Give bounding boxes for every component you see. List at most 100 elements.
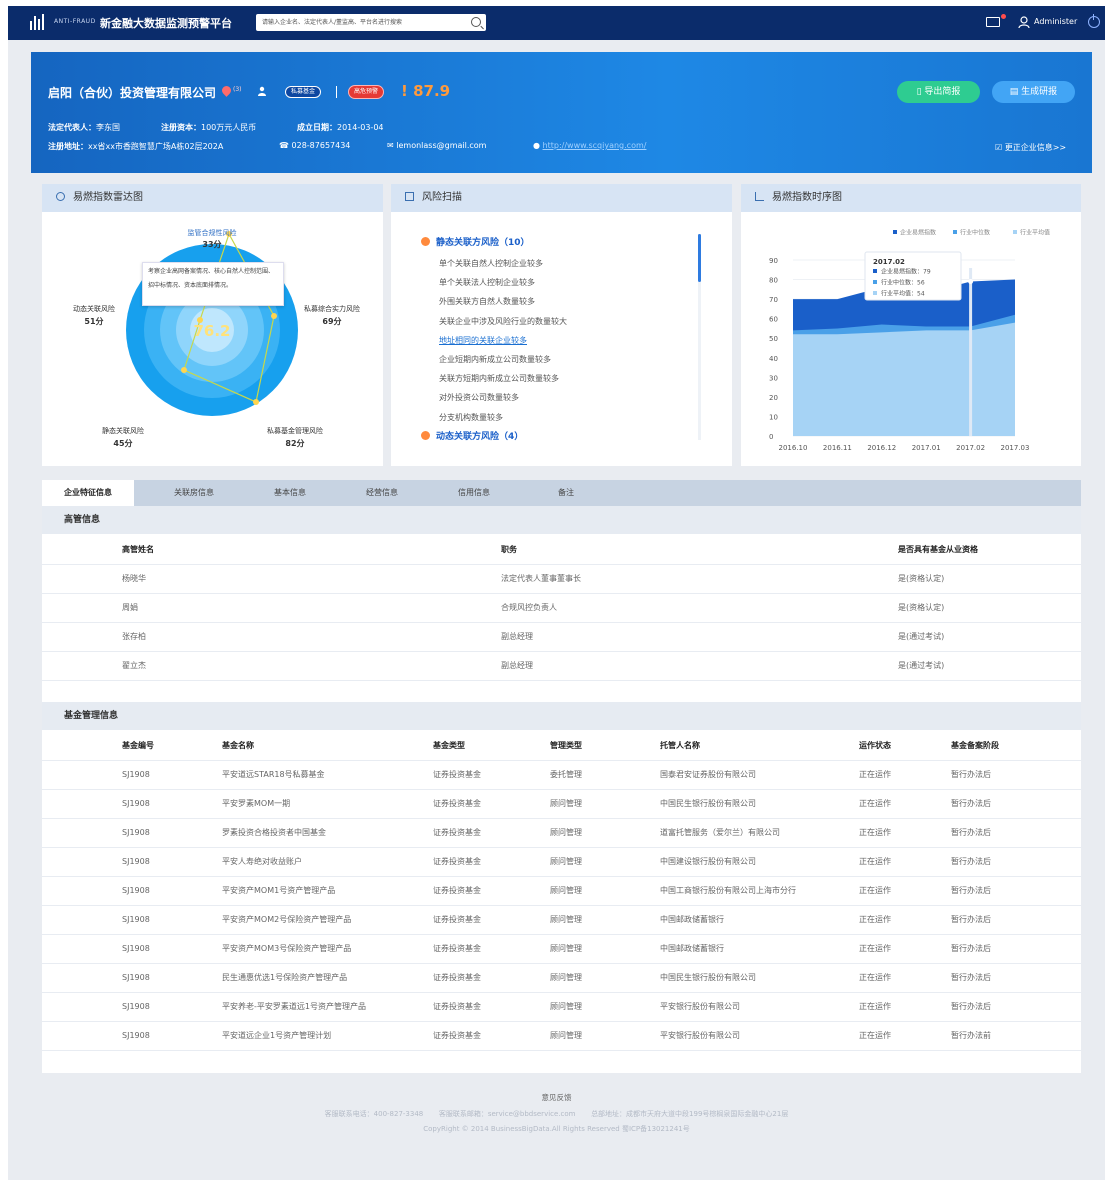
table-row[interactable]: SJ1908 平安资产MOM2号保险资产管理产品 证券投资基金 顾问管理 中国邮政储蓄银… xyxy=(42,905,1081,935)
table-cell: 正在运作 xyxy=(859,847,951,877)
correct-info-link[interactable]: ☑ 更正企业信息>> xyxy=(995,142,1066,153)
website-link[interactable]: http://www.scqiyang.com/ xyxy=(543,141,647,150)
pin-count: (3) xyxy=(233,86,242,93)
generate-report-label: 生成研报 xyxy=(1021,87,1058,97)
executives-section: 高管信息 高管姓名 职务 是否具有基金从业资格 杨晓华 法定代表人董事董事长 是(资… xyxy=(42,506,1081,702)
risk-score: ! 87.9 xyxy=(401,82,451,100)
radar-point[interactable] xyxy=(181,367,187,373)
tab-credit-info[interactable]: 信用信息 xyxy=(426,480,522,506)
column-header: 是否具有基金从业资格 xyxy=(898,536,1081,565)
table-row[interactable]: SJ1908 平安资产MOM1号资产管理产品 证券投资基金 顾问管理 中国工商银行股份有… xyxy=(42,876,1081,906)
risk-score-value: 87.9 xyxy=(413,82,451,100)
table-cell: 平安罗素MOM一期 xyxy=(222,789,433,819)
table-row[interactable]: SJ1908 平安养老-平安罗素道远1号资产管理产品 证券投资基金 顾问管理 平安银行股… xyxy=(42,992,1081,1022)
series-area-行业平均值[interactable] xyxy=(793,322,1015,436)
table-row[interactable]: SJ1908 平安道远STAR18号私募基金 证券投资基金 委托管理 国泰君安证券股份有… xyxy=(42,760,1081,790)
y-tick-label: 0 xyxy=(769,433,773,441)
table-cell: 国泰君安证券股份有限公司 xyxy=(660,760,859,790)
table-cell: 中国邮政储蓄银行 xyxy=(660,934,859,964)
feedback-link[interactable]: 意见反馈 xyxy=(8,1092,1105,1103)
table-cell: 证券投资基金 xyxy=(433,905,550,935)
table-row[interactable]: 张存柏 副总经理 是(通过考试) xyxy=(42,622,1081,652)
admin-username[interactable]: Administer xyxy=(1034,17,1077,26)
table-cell: 证券投资基金 xyxy=(433,876,550,906)
table-row[interactable]: SJ1908 平安道远企业1号资产管理计划 证券投资基金 顾问管理 平安银行股份有限公司… xyxy=(42,1021,1081,1051)
generate-report-button[interactable]: ▤ 生成研报 xyxy=(992,81,1075,103)
table-row[interactable]: SJ1908 民生通惠优选1号保险资产管理产品 证券投资基金 顾问管理 中国民生银行股份… xyxy=(42,963,1081,993)
x-tick-label: 2017.03 xyxy=(1001,444,1030,452)
dynamic-risk-title[interactable]: 动态关联方风险（4） xyxy=(421,429,523,442)
risk-item-highlighted[interactable]: 地址相同的关联企业较多 xyxy=(439,331,567,350)
column-header: 基金名称 xyxy=(222,732,433,761)
risk-item[interactable]: 关联企业中涉及风险行业的数量较大 xyxy=(439,312,567,331)
tab-notes[interactable]: 备注 xyxy=(518,480,614,506)
legend-swatch xyxy=(1013,230,1017,234)
table-row[interactable]: 周娟 合规风控负责人 是(资格认定) xyxy=(42,593,1081,623)
funds-section: 基金管理信息 基金编号 基金名称 基金类型 管理类型 托管人名称 运作状态 基金… xyxy=(42,702,1081,1073)
brand-title: 新金融大数据监测预警平台 xyxy=(100,17,232,30)
search-icon[interactable] xyxy=(471,17,481,27)
table-cell: 顾问管理 xyxy=(550,934,660,964)
tab-company-features[interactable]: 企业特征信息 xyxy=(42,480,134,506)
table-cell: 证券投资基金 xyxy=(433,760,550,790)
capital-value: 100万元人民币 xyxy=(201,123,257,132)
table-cell: 副总经理 xyxy=(501,622,898,652)
column-header: 基金编号 xyxy=(42,732,222,761)
risk-item[interactable]: 单个关联自然人控制企业较多 xyxy=(439,254,567,273)
risk-item[interactable]: 外围关联方自然人数量较多 xyxy=(439,292,567,311)
table-row[interactable]: SJ1908 平安罗素MOM一期 证券投资基金 顾问管理 中国民生银行股份有限公司 正在运… xyxy=(42,789,1081,819)
radar-label-name: 监管合规性风险 xyxy=(188,228,237,237)
tooltip-line: 企业易燃指数：79 xyxy=(881,268,931,276)
column-header: 托管人名称 xyxy=(660,732,859,761)
table-cell: 中国邮政储蓄银行 xyxy=(660,905,859,935)
table-row[interactable]: 杨晓华 法定代表人董事董事长 是(资格认定) xyxy=(42,564,1081,594)
search-input[interactable]: 请输入企业名、法定代表人/董监高、平台名进行搜索 xyxy=(256,14,486,31)
founded-value: 2014-03-04 xyxy=(337,123,384,132)
table-cell: 法定代表人董事董事长 xyxy=(501,564,898,594)
table-cell: 中国工商银行股份有限公司上海市分行 xyxy=(660,876,859,906)
power-icon[interactable] xyxy=(1088,14,1100,28)
column-header: 基金备案阶段 xyxy=(951,732,1081,761)
table-row[interactable]: 翟立杰 副总经理 是(通过考试) xyxy=(42,651,1081,681)
risk-item[interactable]: 企业短期内新成立公司数量较多 xyxy=(439,350,567,369)
radar-point[interactable] xyxy=(253,399,259,405)
table-row[interactable]: SJ1908 罗素投资合格投资者中国基金 证券投资基金 顾问管理 道富托管服务（爱尔兰）… xyxy=(42,818,1081,848)
user-icon[interactable] xyxy=(1018,16,1030,29)
radar-tooltip: 考察企业高网备案情况、核心自然人控制范围、招中标情况、资本底面排情况。 xyxy=(142,262,284,306)
tab-basic-info[interactable]: 基本信息 xyxy=(242,480,338,506)
x-tick-label: 2017.01 xyxy=(912,444,941,452)
footer-address: 总部地址：成都市天府大道中段199号棕榈泉国际金融中心21层 xyxy=(591,1110,789,1118)
legal-rep-value: 李东国 xyxy=(96,123,120,132)
company-header xyxy=(31,52,1092,173)
tab-business-info[interactable]: 经营信息 xyxy=(334,480,430,506)
risk-item[interactable]: 单个关联法人控制企业较多 xyxy=(439,273,567,292)
risk-item[interactable]: 关联方短期内新成立公司数量较多 xyxy=(439,369,567,388)
private-fund-tag: 私募基金 xyxy=(285,86,322,98)
risk-item[interactable]: 对外投资公司数量较多 xyxy=(439,388,567,407)
table-cell: SJ1908 xyxy=(42,876,222,906)
table-cell: 暂行办法后 xyxy=(951,760,1081,790)
legal-representative: 法定代表人：李东国 xyxy=(48,122,120,133)
executives-table: 高管姓名 职务 是否具有基金从业资格 杨晓华 法定代表人董事董事长 是(资格认定) 周… xyxy=(42,536,1081,681)
y-tick-label: 30 xyxy=(769,374,778,382)
table-cell: 暂行办法后 xyxy=(951,847,1081,877)
column-header: 高管姓名 xyxy=(42,536,501,565)
export-brief-button[interactable]: ▯ 导出简报 xyxy=(897,81,980,103)
static-risk-title[interactable]: 静态关联方风险（10） xyxy=(421,235,530,248)
table-cell: 张存柏 xyxy=(42,622,501,652)
table-row[interactable]: SJ1908 平安资产MOM3号保险资产管理产品 证券投资基金 顾问管理 中国邮政储蓄银… xyxy=(42,934,1081,964)
person-icon[interactable] xyxy=(257,86,267,96)
tab-related-info[interactable]: 关联房信息 xyxy=(146,480,242,506)
table-cell: 委托管理 xyxy=(550,760,660,790)
radar-point[interactable] xyxy=(271,313,277,319)
static-risk-title-text: 静态关联方风险（10） xyxy=(436,238,530,248)
table-row[interactable]: SJ1908 平安人寿绝对收益账户 证券投资基金 顾问管理 中国建设银行股份有限公司 正在… xyxy=(42,847,1081,877)
risk-scan-header: 风险扫描 xyxy=(391,184,732,212)
risk-item[interactable]: 分支机构数量较多 xyxy=(439,408,567,427)
table-cell: SJ1908 xyxy=(42,1021,222,1051)
mail-icon[interactable] xyxy=(986,17,1000,27)
tab-bar: 企业特征信息 关联房信息 基本信息 经营信息 信用信息 备注 xyxy=(42,480,1081,506)
logo-icon[interactable] xyxy=(30,14,48,32)
funds-table: 基金编号 基金名称 基金类型 管理类型 托管人名称 运作状态 基金备案阶段 SJ… xyxy=(42,732,1081,1051)
scrollbar-thumb[interactable] xyxy=(698,234,701,282)
